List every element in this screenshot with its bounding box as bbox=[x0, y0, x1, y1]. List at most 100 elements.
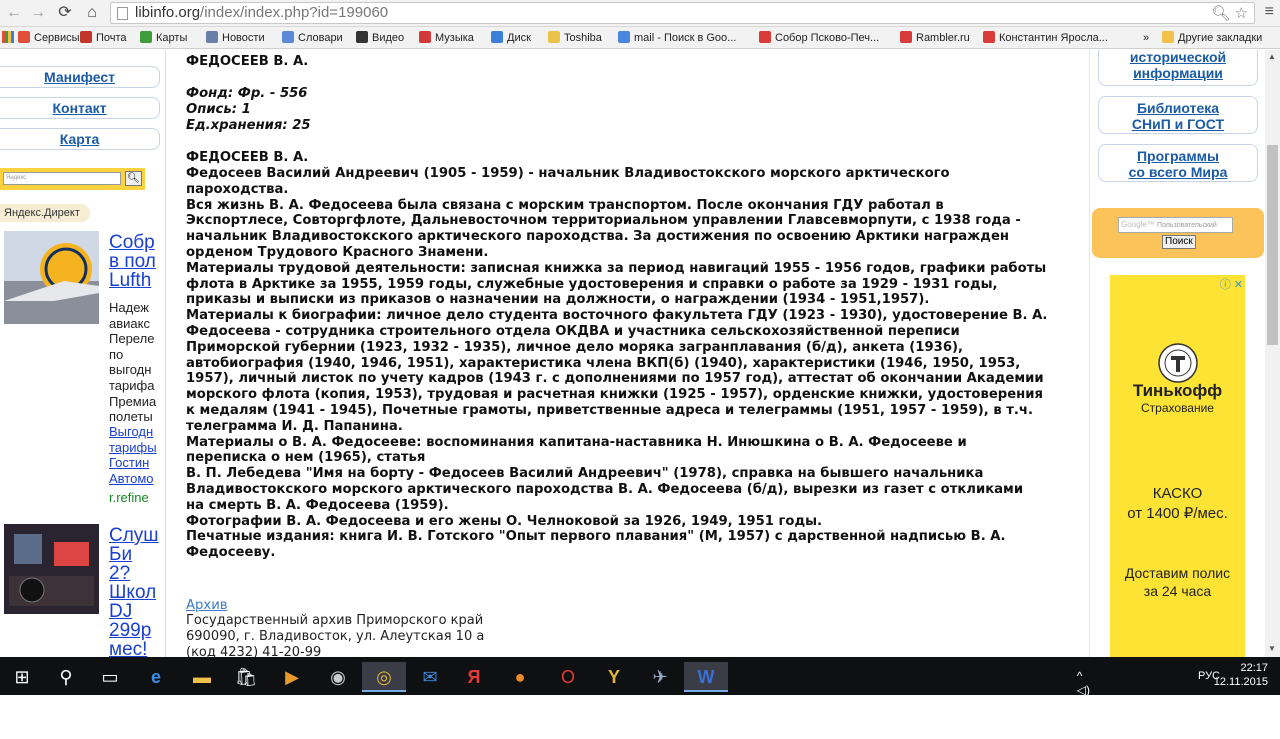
bookmarks-more-button[interactable]: » bbox=[1143, 31, 1149, 47]
bookmark-item[interactable]: Карты bbox=[140, 31, 187, 47]
chrome-icon[interactable]: ◎ bbox=[362, 662, 406, 692]
bookmark-icon bbox=[140, 31, 152, 43]
nav-manifest[interactable]: Манифест bbox=[0, 66, 160, 88]
record-heading: ФЕДОСЕЕВ В. А. bbox=[186, 150, 309, 165]
search-icon[interactable]: 🔍︎ bbox=[125, 171, 142, 186]
edge-icon[interactable]: e bbox=[134, 662, 178, 692]
right-sidebar: исторической информации Библиотека СНиП … bbox=[1092, 50, 1265, 657]
ad1-links-line[interactable]: Автомо bbox=[109, 471, 154, 486]
historical-info-line2: информации bbox=[1133, 65, 1223, 81]
tool-icon[interactable]: ✈ bbox=[638, 662, 682, 692]
ad2-title-line[interactable]: Школ bbox=[109, 583, 156, 603]
start-icon[interactable]: ⊞ bbox=[0, 662, 44, 692]
zoom-star-icons[interactable]: 🔍︎ ☆ bbox=[1211, 4, 1248, 24]
historical-info-line1: исторической bbox=[1129, 50, 1227, 65]
yandex-browser-icon[interactable]: Y bbox=[592, 662, 636, 692]
nav-map[interactable]: Карта bbox=[0, 128, 160, 150]
world-programs-line1: Программы bbox=[1136, 148, 1219, 164]
ad2-title-line[interactable]: 299р bbox=[109, 621, 151, 641]
ad1-title-line[interactable]: Lufth bbox=[109, 271, 151, 291]
tinkoff-logo-icon bbox=[1158, 343, 1198, 383]
description-line: переписка о нем (1965), статья bbox=[186, 450, 426, 466]
mail-icon[interactable]: ✉ bbox=[408, 662, 452, 692]
bookmark-item[interactable]: Rambler.ru bbox=[900, 31, 970, 47]
bookmarks-bar: Сервисы Почта Карты Новости Словари Видео Музы… bbox=[0, 27, 1280, 49]
ad2-title-line[interactable]: мес! bbox=[109, 640, 147, 658]
bookmark-icon bbox=[491, 31, 503, 43]
back-icon[interactable]: ← bbox=[4, 3, 24, 23]
menu-icon[interactable]: ≡ bbox=[1265, 3, 1274, 21]
tinkoff-ad[interactable]: ⓘ ✕ Тинькофф Страхование КАСКО от 1400 ₽… bbox=[1110, 275, 1245, 657]
dj-mixer-image[interactable] bbox=[4, 524, 99, 614]
bookmark-item[interactable]: Почта bbox=[80, 31, 127, 47]
ad-delivery1: Доставим полис bbox=[1124, 565, 1231, 581]
bookmark-icon bbox=[900, 31, 912, 43]
ad1-links-line[interactable]: Гостин bbox=[109, 455, 149, 470]
nav-contact[interactable]: Контакт bbox=[0, 97, 160, 119]
bookmark-item[interactable]: Константин Яросла... bbox=[983, 31, 1108, 47]
address-bar[interactable]: libinfo.org/index/index.php?id=199060 🔍︎… bbox=[110, 2, 1255, 24]
bookmark-label: mail - Поиск в Goo... bbox=[634, 32, 737, 44]
scrollbar-thumb[interactable] bbox=[1267, 145, 1278, 345]
historical-info-link[interactable]: исторической информации bbox=[1098, 50, 1258, 86]
ad1-links-line[interactable]: Выгодн bbox=[109, 424, 153, 439]
task-view-icon[interactable]: ▭ bbox=[88, 662, 132, 692]
bookmark-item[interactable]: Новости bbox=[206, 31, 265, 47]
ad-delivery2: за 24 часа bbox=[1143, 583, 1212, 599]
bookmark-icon bbox=[206, 31, 218, 43]
google-search-input[interactable]: Google™ Пользовательский bbox=[1118, 217, 1233, 233]
forward-icon[interactable]: → bbox=[28, 3, 48, 23]
world-programs-link[interactable]: Программы со всего Мира bbox=[1098, 144, 1258, 182]
ad1-domain[interactable]: r.refine bbox=[109, 490, 149, 505]
bookmark-item[interactable]: Видео bbox=[356, 31, 404, 47]
bookmark-item[interactable]: Диск bbox=[491, 31, 531, 47]
snip-gost-link[interactable]: Библиотека СНиП и ГОСТ bbox=[1098, 96, 1258, 134]
ad-kasko: КАСКО bbox=[1152, 485, 1203, 502]
yandex-search-input[interactable]: Яндекс bbox=[3, 172, 121, 185]
reload-icon[interactable]: ⟳ bbox=[55, 3, 75, 23]
app-icon[interactable]: ◉ bbox=[316, 662, 360, 692]
tinkoff-brand: Тинькофф bbox=[1132, 381, 1223, 400]
ad2-title-line[interactable]: Слуш bbox=[109, 526, 159, 546]
tray-icons[interactable]: ^ ◁) ▭ ▥ ▯ bbox=[1077, 669, 1090, 739]
description-line: морского флота (копия, 1953), трудовая и… bbox=[186, 387, 1043, 403]
bookmark-item[interactable]: Музыка bbox=[419, 31, 474, 47]
bookmark-item[interactable]: Toshiba bbox=[548, 31, 602, 47]
opera-icon[interactable]: O bbox=[546, 662, 590, 692]
media-icon[interactable]: ▶ bbox=[270, 662, 314, 692]
bookmark-item[interactable]: Собор Псково-Печ... bbox=[759, 31, 879, 47]
bookmark-label: Музыка bbox=[435, 32, 474, 44]
search-icon[interactable]: ⚲ bbox=[44, 662, 88, 692]
adchoices-icon[interactable]: ⓘ ✕ bbox=[1220, 276, 1243, 292]
store-icon[interactable]: 🛍︎ bbox=[224, 662, 268, 692]
ad2-title-line[interactable]: Би bbox=[109, 545, 132, 565]
word-icon[interactable]: W bbox=[684, 662, 728, 692]
bookmark-item[interactable]: mail - Поиск в Goo... bbox=[618, 31, 736, 47]
lufthansa-plane-image[interactable] bbox=[4, 231, 99, 324]
scroll-down-icon[interactable]: ▼ bbox=[1268, 644, 1276, 653]
main-content: ФЕДОСЕЕВ В. А. Фонд: Фр. - 556 Опись: 1 … bbox=[186, 50, 1086, 657]
home-icon[interactable]: ⌂ bbox=[82, 3, 102, 23]
page-scrollbar[interactable]: ▲ ▼ bbox=[1265, 50, 1280, 657]
yandex-icon[interactable]: Я bbox=[452, 662, 496, 692]
bookmark-item[interactable]: Сервисы bbox=[18, 31, 80, 47]
other-bookmarks[interactable]: Другие закладки bbox=[1162, 31, 1262, 47]
bookmark-icon bbox=[282, 31, 294, 43]
description-line: автобиография (1940, 1946, 1951), характ… bbox=[186, 355, 1021, 371]
description-line: к медалям (1941 - 1945), Почетные грамот… bbox=[186, 403, 1033, 418]
apps-icon[interactable] bbox=[2, 31, 14, 47]
ad1-title-line[interactable]: Собр bbox=[109, 233, 155, 253]
ad2-title-line[interactable]: 2? bbox=[109, 564, 130, 584]
bookmark-item[interactable]: Словари bbox=[282, 31, 343, 47]
url-domain: libinfo.org bbox=[135, 4, 201, 21]
ad1-links-line[interactable]: тарифы bbox=[109, 440, 157, 455]
firefox-icon[interactable]: ● bbox=[498, 662, 542, 692]
archive-link[interactable]: Архив bbox=[186, 598, 228, 613]
ad2-title-line[interactable]: DJ bbox=[109, 602, 132, 622]
windows-taskbar: ⊞ ⚲ ▭ e ▬ 🛍︎ ▶ ◉ ◎ ✉ Я ● O Y ✈ W ^ ◁) ▭ … bbox=[0, 657, 1280, 739]
clock[interactable]: 22:17 12.11.2015 bbox=[1214, 661, 1268, 689]
explorer-icon[interactable]: ▬ bbox=[180, 662, 224, 692]
ad1-title-line[interactable]: в пол bbox=[109, 252, 156, 272]
scroll-up-icon[interactable]: ▲ bbox=[1268, 52, 1276, 61]
google-search-button[interactable]: Поиск bbox=[1162, 235, 1196, 249]
